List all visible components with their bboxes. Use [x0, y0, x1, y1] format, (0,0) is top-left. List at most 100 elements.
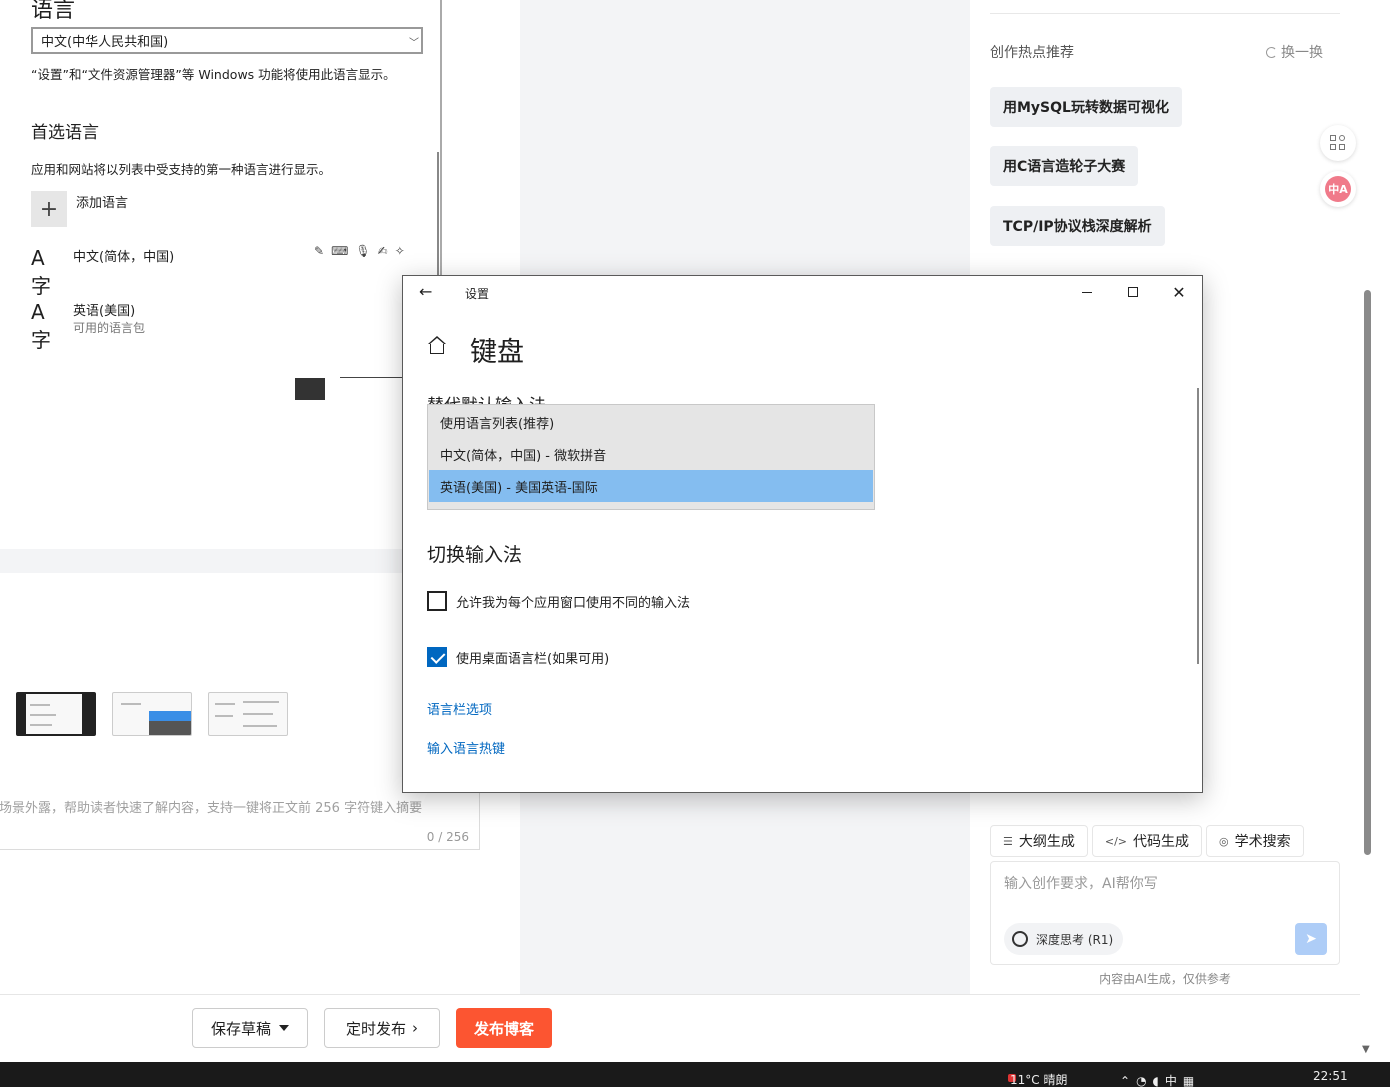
- summary-textarea[interactable]: 场景外露，帮助读者快速了解内容，支持一键将正文前 256 字符键入摘要 0 / …: [0, 792, 480, 850]
- checkbox-label: 使用桌面语言栏(如果可用): [456, 651, 610, 667]
- ai-prompt-input[interactable]: 输入创作要求，AI帮你写 深度思考 (R1) ➤: [990, 861, 1340, 965]
- translate-button[interactable]: 中A: [1320, 171, 1356, 207]
- dropdown-option[interactable]: 使用语言列表(推荐): [429, 406, 873, 438]
- keyboard-icon[interactable]: ▦: [1183, 1074, 1200, 1087]
- publish-bar: 保存草稿 定时发布 › 发布博客: [0, 994, 1360, 1062]
- display-language-value: 中文(中华人民共和国): [41, 35, 169, 50]
- display-language-note: “设置”和“文件资源管理器”等 Windows 功能将使用此语言显示。: [31, 67, 396, 82]
- ocr-icon: ✧: [394, 244, 405, 258]
- scholar-search-tab[interactable]: ◎ 学术搜索: [1206, 825, 1304, 857]
- refresh-button[interactable]: 换一换: [1266, 42, 1323, 62]
- chevron-down-icon: ﹀: [409, 38, 419, 49]
- tab-label: 学术搜索: [1234, 834, 1291, 850]
- clock[interactable]: 22:51: [1313, 1069, 1348, 1083]
- language-item[interactable]: A字 英语(美国) 可用的语言包: [31, 300, 145, 353]
- language-settings-window: 语言 中文(中华人民共和国) ﹀ “设置”和“文件资源管理器”等 Windows…: [10, 0, 442, 400]
- translate-icon: 中A: [1325, 176, 1351, 202]
- weather-text[interactable]: 11°C 晴朗: [1010, 1071, 1067, 1087]
- cover-thumbnail[interactable]: [16, 692, 96, 736]
- desktop-language-bar-checkbox[interactable]: 使用桌面语言栏(如果可用): [427, 647, 609, 667]
- input-language-hotkeys-link[interactable]: 输入语言热键: [427, 738, 505, 757]
- speech-icon: 🎙: [355, 244, 371, 258]
- maximize-button[interactable]: [1110, 280, 1156, 304]
- refresh-icon: [1266, 46, 1277, 58]
- checkbox-checked[interactable]: [427, 647, 447, 667]
- hot-topics-title: 创作热点推荐: [990, 45, 1074, 61]
- scroll-down-arrow-icon[interactable]: ▼: [1362, 1044, 1370, 1055]
- schedule-button[interactable]: 定时发布 ›: [324, 1008, 440, 1048]
- cover-thumbnail[interactable]: [112, 692, 192, 736]
- ai-disclaimer: 内容由AI生成，仅供参考: [1099, 972, 1231, 986]
- language-item[interactable]: A字 中文(简体，中国): [31, 246, 174, 299]
- checkbox-unchecked[interactable]: [427, 591, 447, 611]
- title-bar: ← 设置 ✕: [403, 276, 1202, 308]
- taskbar-fragment: [295, 378, 325, 400]
- language-icon: A字: [31, 300, 51, 352]
- ime-indicator[interactable]: 中: [1165, 1074, 1183, 1087]
- publish-button[interactable]: 发布博客: [456, 1008, 552, 1048]
- language-icon: A字: [31, 246, 51, 298]
- code-icon: </>: [1104, 834, 1128, 848]
- switch-input-section-title: 切换输入法: [427, 544, 523, 566]
- hot-topic-tag[interactable]: 用MySQL玩转数据可视化: [990, 87, 1182, 127]
- minimize-button[interactable]: [1064, 280, 1110, 304]
- apps-grid-button[interactable]: [1320, 125, 1356, 161]
- tab-label: 代码生成: [1133, 834, 1190, 850]
- keyboard-settings-window: ← 设置 ✕ 键盘 替代默认输入法 使用语言列表(推荐) 中文(简体，中国) -…: [402, 275, 1203, 793]
- back-arrow-icon[interactable]: ←: [419, 282, 432, 301]
- outline-generate-tab[interactable]: ☰ 大纲生成: [990, 825, 1088, 857]
- ai-prompt-placeholder: 输入创作要求，AI帮你写: [1004, 876, 1158, 892]
- handwriting-icon: ✍: [377, 244, 388, 258]
- close-icon: ✕: [1172, 282, 1186, 302]
- atom-icon: [1012, 931, 1028, 947]
- network-icon[interactable]: ◔: [1136, 1074, 1152, 1087]
- minimize-icon: [1082, 291, 1092, 293]
- scholar-icon: ◎: [1219, 834, 1229, 848]
- language-name: 英语(美国): [73, 304, 136, 319]
- window-title: 设置: [465, 287, 490, 301]
- preferred-languages-note: 应用和网站将以列表中受支持的第一种语言进行显示。: [31, 162, 332, 177]
- ai-tools: ☰ 大纲生成 </> 代码生成 ◎ 学术搜索: [990, 825, 1304, 857]
- divider: [990, 13, 1340, 14]
- input-method-dropdown[interactable]: 使用语言列表(推荐) 中文(简体，中国) - 微软拼音 英语(美国) - 美国英…: [427, 404, 875, 510]
- dropdown-option[interactable]: 中文(简体，中国) - 微软拼音: [429, 438, 873, 470]
- page-scrollbar-thumb[interactable]: [1364, 290, 1371, 855]
- dropdown-option-selected[interactable]: 英语(美国) - 美国英语-国际: [429, 470, 873, 502]
- language-name: 中文(简体，中国): [73, 250, 175, 265]
- language-heading: 语言: [31, 0, 76, 23]
- deep-think-toggle[interactable]: 深度思考 (R1): [1004, 923, 1124, 955]
- maximize-icon: [1128, 287, 1138, 297]
- language-status: 可用的语言包: [73, 321, 146, 335]
- taskbar: 11°C 晴朗 ⌃◔◖中▦ 22:51: [0, 1062, 1390, 1087]
- preferred-languages-title: 首选语言: [31, 123, 99, 143]
- display-language-select[interactable]: 中文(中华人民共和国) ﹀: [31, 27, 423, 54]
- hot-topic-tag[interactable]: TCP/IP协议栈深度解析: [990, 206, 1165, 246]
- summary-placeholder: 场景外露，帮助读者快速了解内容，支持一键将正文前 256 字符键入摘要: [0, 801, 423, 816]
- close-button[interactable]: ✕: [1156, 280, 1202, 304]
- apps-grid-icon: [1330, 135, 1346, 151]
- chevron-right-icon: ›: [412, 1019, 418, 1037]
- dialog-scrollbar[interactable]: [1197, 388, 1199, 664]
- per-app-input-checkbox[interactable]: 允许我为每个应用窗口使用不同的输入法: [427, 591, 690, 611]
- refresh-label: 换一换: [1281, 45, 1323, 61]
- text-to-speech-icon: ✎: [314, 244, 325, 258]
- send-icon: ➤: [1305, 931, 1317, 947]
- plus-icon: +: [31, 191, 67, 227]
- cover-thumbnail[interactable]: [208, 692, 288, 736]
- language-features: ✎ ⌨ 🎙 ✍ ✧: [314, 244, 405, 258]
- home-icon[interactable]: [427, 336, 447, 356]
- save-draft-button[interactable]: 保存草稿: [192, 1008, 308, 1048]
- send-button[interactable]: ➤: [1295, 923, 1327, 955]
- display-language-icon: ⌨: [331, 244, 349, 258]
- language-bar-options-link[interactable]: 语言栏选项: [427, 699, 492, 718]
- add-language-button[interactable]: + 添加语言: [31, 191, 128, 227]
- system-tray[interactable]: ⌃◔◖中▦: [1120, 1072, 1200, 1087]
- volume-icon[interactable]: ◖: [1153, 1074, 1165, 1087]
- hot-topic-tag[interactable]: 用C语言造轮子大赛: [990, 146, 1139, 186]
- code-generate-tab[interactable]: </> 代码生成: [1091, 825, 1203, 857]
- page-title: 键盘: [470, 337, 524, 368]
- deep-think-label: 深度思考 (R1): [1036, 932, 1114, 947]
- chevron-up-icon[interactable]: ⌃: [1120, 1074, 1136, 1087]
- add-language-label: 添加语言: [76, 196, 129, 211]
- list-icon: ☰: [1003, 834, 1013, 848]
